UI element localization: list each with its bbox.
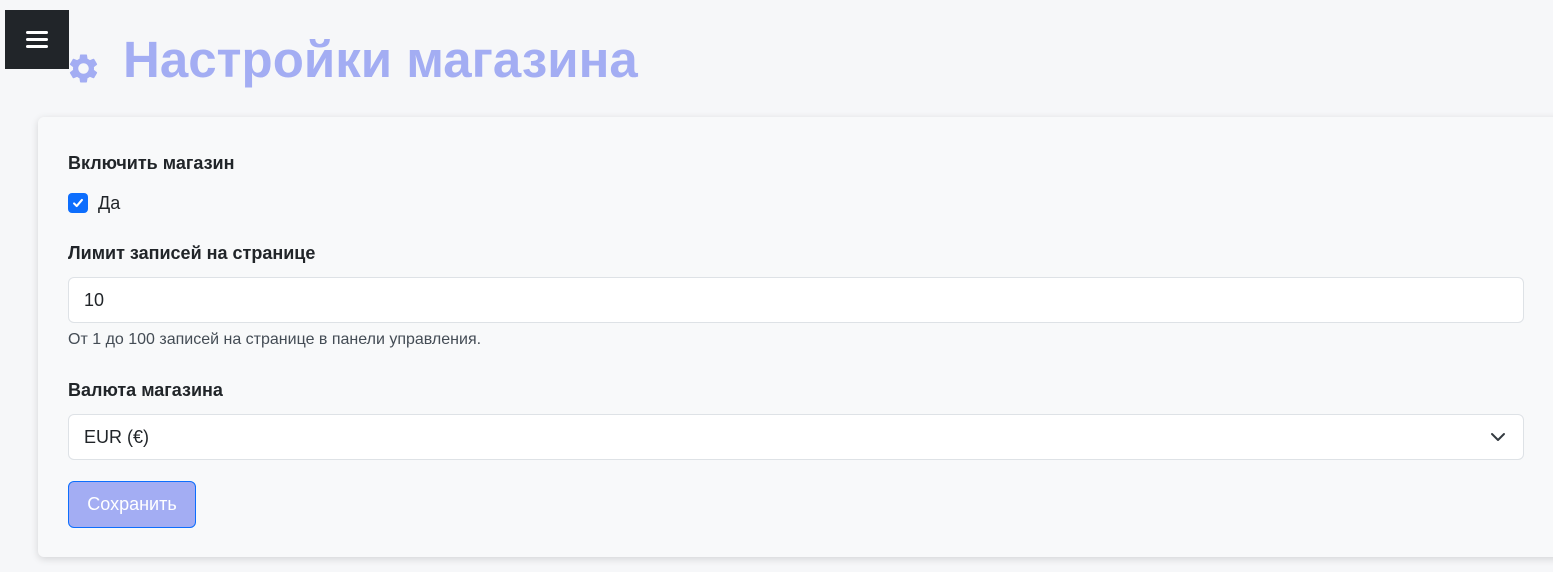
- page-limit-label: Лимит записей на странице: [68, 243, 316, 263]
- settings-card: Включить магазин Да Лимит записей на стр…: [38, 117, 1553, 557]
- page-limit-help-text: От 1 до 100 записей на странице в панели…: [68, 331, 482, 348]
- currency-select[interactable]: EUR (€): [68, 414, 1524, 460]
- chevron-down-icon: [1491, 433, 1505, 441]
- currency-label: Валюта магазина: [68, 380, 223, 400]
- checkmark-icon: [73, 198, 83, 208]
- page-header: Настройки магазина: [66, 28, 638, 92]
- enable-shop-checkbox-row[interactable]: Да: [68, 192, 120, 214]
- enable-shop-checkbox-label[interactable]: Да: [98, 193, 120, 214]
- menu-toggle-button[interactable]: [5, 10, 69, 69]
- hamburger-menu-icon: [26, 31, 48, 48]
- save-button[interactable]: Сохранить: [68, 481, 196, 528]
- gear-icon: [69, 53, 98, 82]
- page-title: Настройки магазина: [123, 31, 638, 88]
- enable-shop-checkbox[interactable]: [68, 193, 88, 213]
- enable-shop-label: Включить магазин: [68, 153, 235, 173]
- page-limit-input[interactable]: [68, 277, 1524, 323]
- currency-select-value: EUR (€): [84, 426, 150, 447]
